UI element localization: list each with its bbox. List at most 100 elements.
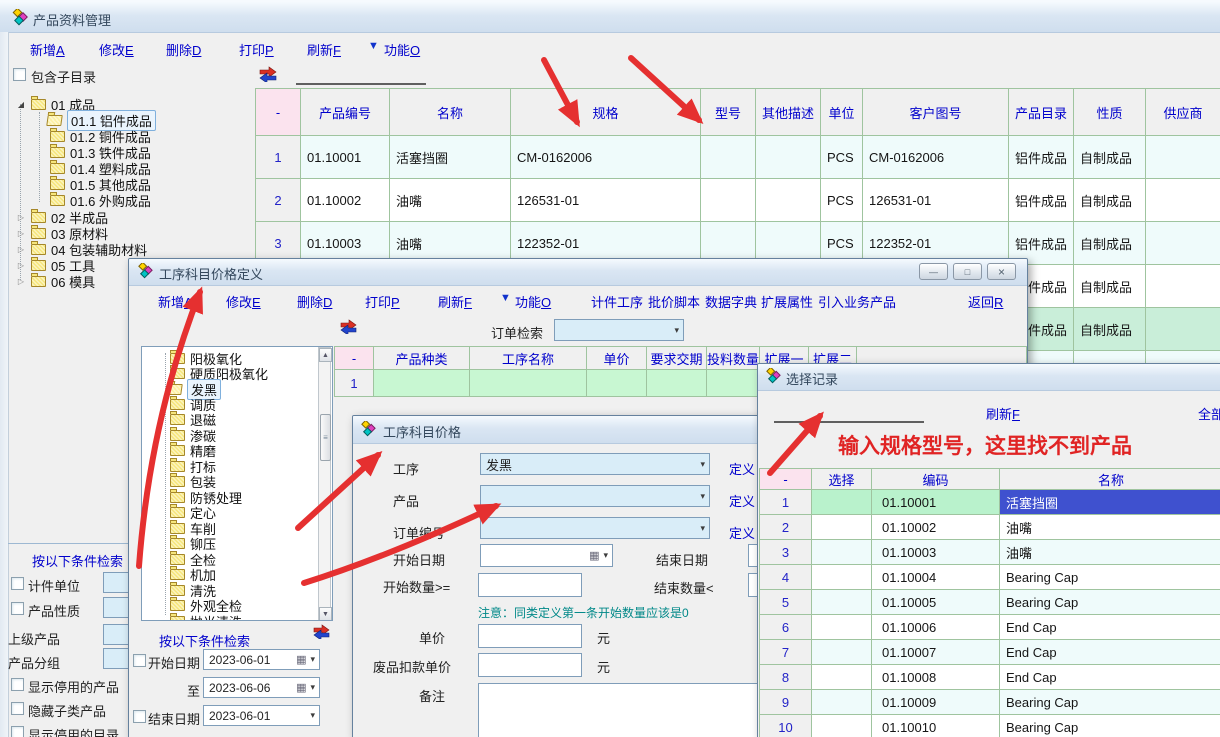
collapsed-icon[interactable]: ▷ bbox=[16, 229, 26, 238]
start-date-input[interactable]: ▦▾ bbox=[480, 544, 613, 567]
record-row[interactable]: 6 01.10006 End Cap bbox=[760, 615, 1220, 640]
row-number[interactable]: 8 bbox=[760, 665, 812, 690]
name-cell[interactable]: 油嘴 bbox=[1000, 540, 1220, 565]
process-define-link[interactable]: 定义 bbox=[729, 459, 755, 478]
code-cell[interactable]: 01.10010 bbox=[872, 715, 1000, 737]
select-cell[interactable] bbox=[812, 715, 872, 737]
swap-icon[interactable] bbox=[339, 319, 358, 334]
toolbar-function-button[interactable]: 功能O bbox=[384, 40, 420, 59]
calendar-icon[interactable]: ▦ bbox=[296, 653, 306, 666]
swap-icon[interactable] bbox=[258, 66, 278, 82]
name-cell[interactable]: End Cap bbox=[1000, 665, 1220, 690]
name-cell[interactable]: 油嘴 bbox=[1000, 515, 1220, 540]
code-cell[interactable]: 01.10004 bbox=[872, 565, 1000, 590]
cell[interactable]: 铝件成品 bbox=[1009, 179, 1074, 222]
cell[interactable]: CM-0162006 bbox=[511, 136, 701, 179]
name-cell[interactable]: Bearing Cap bbox=[1000, 590, 1220, 615]
extended-attr-button[interactable]: 扩展属性 bbox=[761, 292, 813, 311]
quick-search-input[interactable] bbox=[296, 70, 426, 85]
toolbar-new-button[interactable]: 新增A bbox=[30, 40, 65, 59]
cell[interactable]: PCS bbox=[821, 179, 863, 222]
product-define-link[interactable]: 定义 bbox=[729, 491, 755, 510]
row-number[interactable]: 10 bbox=[760, 715, 812, 737]
cell[interactable] bbox=[1146, 222, 1220, 265]
record-row[interactable]: 2 01.10002 油嘴 bbox=[760, 515, 1220, 540]
dlg-refresh-button[interactable]: 刷新F bbox=[438, 292, 472, 311]
select-cell[interactable] bbox=[812, 540, 872, 565]
select-cell[interactable] bbox=[812, 640, 872, 665]
code-cell[interactable]: 01.10008 bbox=[872, 665, 1000, 690]
cell[interactable] bbox=[1146, 308, 1220, 351]
collapsed-icon[interactable]: ▷ bbox=[16, 245, 26, 254]
row-number[interactable]: 6 bbox=[760, 615, 812, 640]
row-number[interactable]: 7 bbox=[760, 640, 812, 665]
cell[interactable] bbox=[756, 136, 821, 179]
record-row[interactable]: 5 01.10005 Bearing Cap bbox=[760, 590, 1220, 615]
date-dropdown-icon[interactable]: ▾ bbox=[599, 550, 612, 561]
unit-checkbox[interactable] bbox=[11, 577, 24, 590]
product-combo[interactable]: ▾ bbox=[480, 485, 710, 507]
cell[interactable]: 油嘴 bbox=[390, 179, 511, 222]
calendar-icon[interactable]: ▦ bbox=[296, 681, 306, 694]
select-cell[interactable] bbox=[812, 590, 872, 615]
toolbar-print-button[interactable]: 打印P bbox=[239, 40, 274, 59]
code-cell[interactable]: 01.10003 bbox=[872, 540, 1000, 565]
cell[interactable]: 126531-01 bbox=[863, 179, 1009, 222]
process-combo[interactable]: 发黑▾ bbox=[480, 453, 710, 475]
cell[interactable] bbox=[1146, 136, 1220, 179]
cell[interactable]: 自制成品 bbox=[1074, 136, 1146, 179]
expanded-icon[interactable]: ◢ bbox=[16, 100, 26, 109]
select-cell[interactable] bbox=[812, 565, 872, 590]
scroll-down-button[interactable]: ▼ bbox=[319, 607, 332, 621]
price-script-button[interactable]: 批价脚本 bbox=[648, 292, 700, 311]
collapsed-icon[interactable]: ▷ bbox=[16, 261, 26, 270]
cell[interactable]: 铝件成品 bbox=[1009, 136, 1074, 179]
to-date-input[interactable]: 2023-06-06▦▾ bbox=[203, 677, 320, 698]
end-date-input[interactable]: 2023-06-01▾ bbox=[203, 705, 320, 726]
collapsed-icon[interactable]: ▷ bbox=[16, 213, 26, 222]
return-button[interactable]: 返回R bbox=[968, 292, 1003, 311]
combo-arrow-icon[interactable]: ▾ bbox=[670, 325, 683, 336]
dlg-function-button[interactable]: 功能O bbox=[515, 292, 551, 311]
date-dropdown-icon[interactable]: ▾ bbox=[306, 710, 319, 721]
cell[interactable] bbox=[1146, 265, 1220, 308]
cell[interactable] bbox=[756, 179, 821, 222]
name-cell[interactable]: 活塞挡圈 bbox=[1000, 490, 1220, 515]
row-number[interactable]: 4 bbox=[760, 565, 812, 590]
record-refresh-button[interactable]: 刷新F bbox=[986, 404, 1020, 423]
record-row[interactable]: 9 01.10009 Bearing Cap bbox=[760, 690, 1220, 715]
cell[interactable]: 01.10002 bbox=[301, 179, 390, 222]
dlg-delete-button[interactable]: 删除D bbox=[297, 292, 332, 311]
cell[interactable]: 自制成品 bbox=[1074, 179, 1146, 222]
start-qty-input[interactable] bbox=[478, 573, 582, 597]
date-dropdown-icon[interactable]: ▾ bbox=[306, 654, 319, 665]
cell[interactable] bbox=[701, 179, 756, 222]
row-number[interactable]: 9 bbox=[760, 690, 812, 715]
record-row[interactable]: 3 01.10003 油嘴 bbox=[760, 540, 1220, 565]
cell[interactable]: PCS bbox=[821, 136, 863, 179]
include-subdir-checkbox[interactable] bbox=[13, 68, 26, 81]
scrap-price-input[interactable] bbox=[478, 653, 582, 677]
cell[interactable]: 126531-01 bbox=[511, 179, 701, 222]
swap-icon[interactable] bbox=[312, 624, 331, 639]
date-dropdown-icon[interactable]: ▾ bbox=[306, 682, 319, 693]
name-cell[interactable]: Bearing Cap bbox=[1000, 690, 1220, 715]
minimize-button[interactable]: — bbox=[919, 263, 948, 280]
select-all-link[interactable]: 全部 bbox=[1198, 404, 1220, 423]
dlg-edit-button[interactable]: 修改E bbox=[226, 292, 261, 311]
select-cell[interactable] bbox=[812, 515, 872, 540]
row-number[interactable]: 2 bbox=[760, 515, 812, 540]
price-input[interactable] bbox=[478, 624, 582, 648]
nature-checkbox[interactable] bbox=[11, 602, 24, 615]
dlg-new-button[interactable]: 新增A bbox=[158, 292, 193, 311]
cell[interactable] bbox=[587, 370, 647, 397]
calendar-icon[interactable]: ▦ bbox=[589, 549, 599, 562]
cell[interactable]: 01.10001 bbox=[301, 136, 390, 179]
remark-textarea[interactable] bbox=[478, 683, 761, 737]
record-row[interactable]: 10 01.10010 Bearing Cap bbox=[760, 715, 1220, 737]
tree-scrollbar[interactable]: ▲ ≡ ▼ bbox=[318, 347, 331, 620]
select-cell[interactable] bbox=[812, 690, 872, 715]
combo-arrow-icon[interactable]: ▾ bbox=[696, 523, 709, 534]
toolbar-refresh-button[interactable]: 刷新F bbox=[307, 40, 341, 59]
start-date-checkbox[interactable] bbox=[133, 654, 146, 667]
